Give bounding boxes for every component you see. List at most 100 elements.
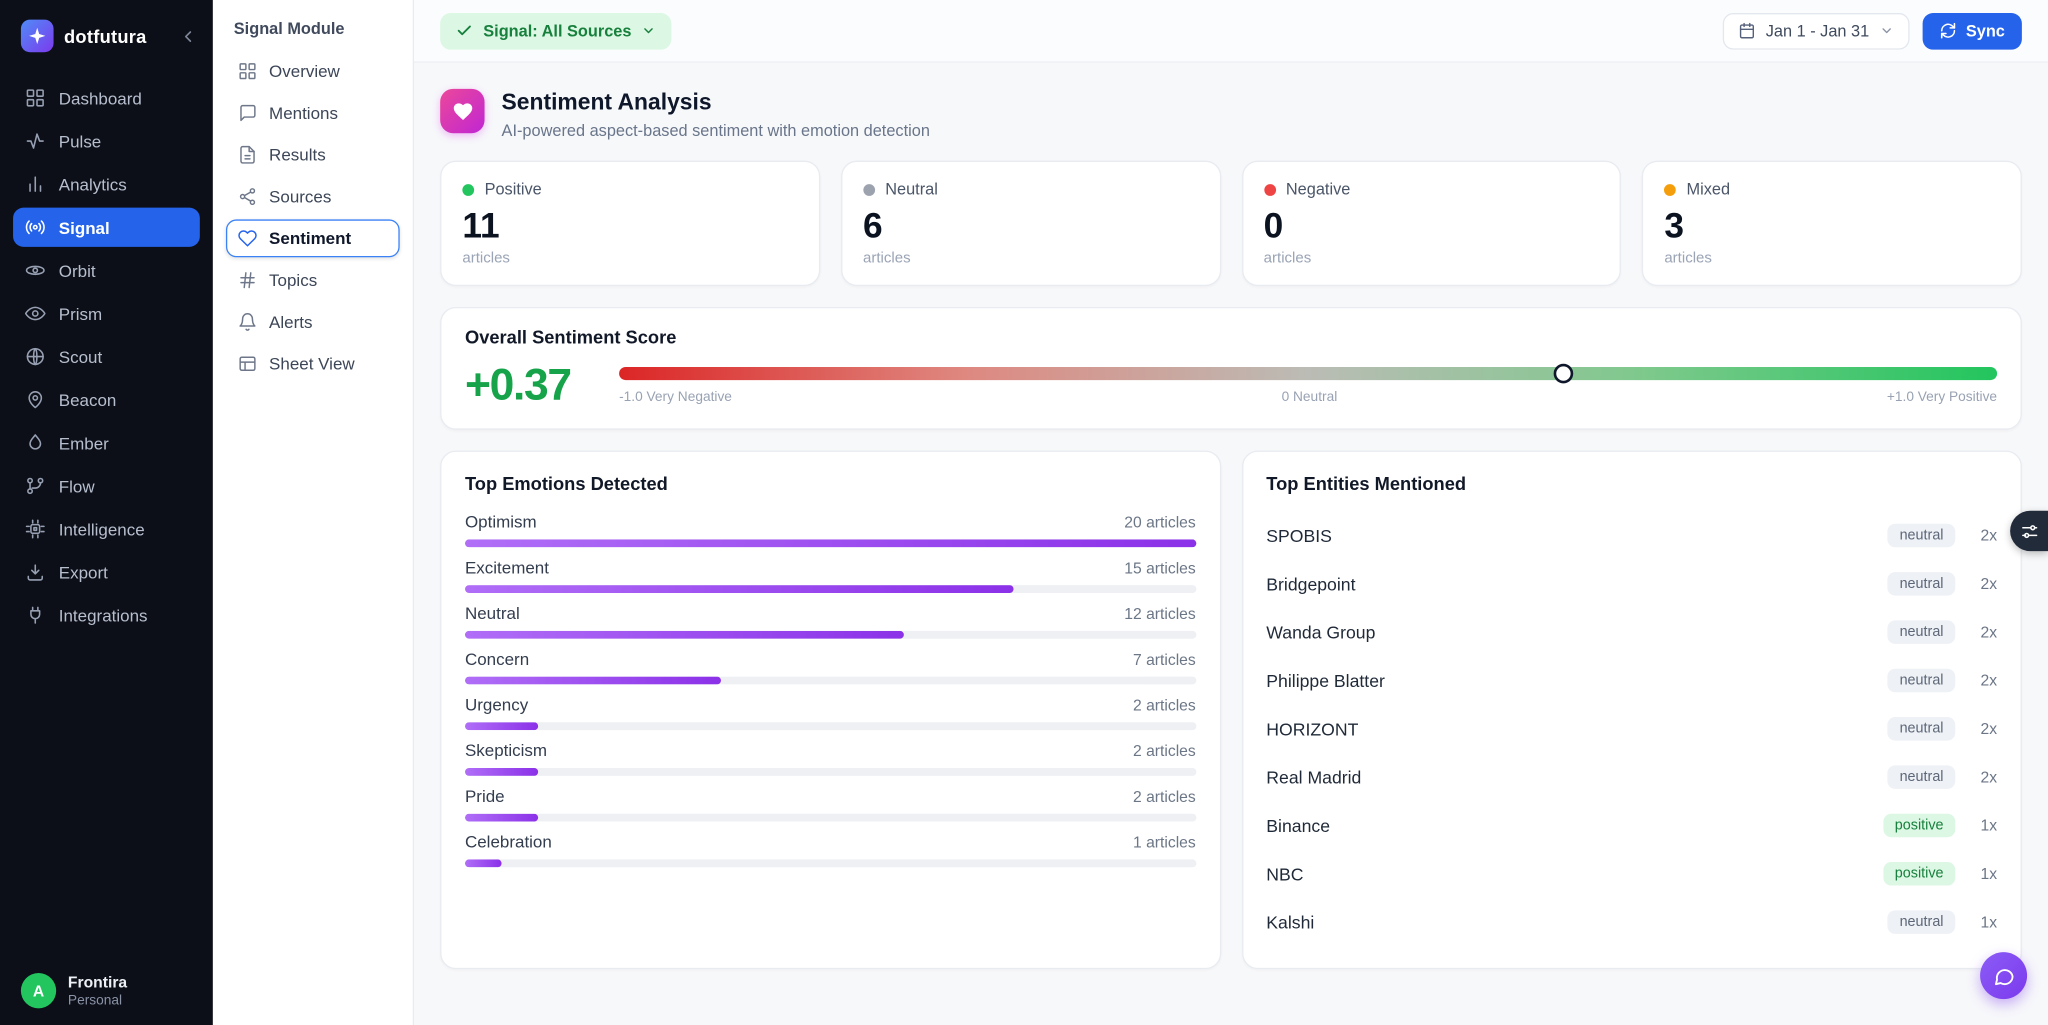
sidebar-item-pulse[interactable]: Pulse [13, 121, 200, 160]
entity-row-real-madrid[interactable]: Real Madrid neutral 2x [1266, 753, 1997, 801]
emotion-count: 20 articles [1124, 513, 1195, 531]
sync-button[interactable]: Sync [1923, 12, 2022, 49]
sentiment-badge: neutral [1888, 766, 1955, 790]
emotion-bar-track [465, 539, 1196, 547]
sidebar-item-flow[interactable]: Flow [13, 466, 200, 505]
module-item-label: Topics [269, 270, 317, 290]
user-plan: Personal [68, 993, 127, 1009]
sidebar-item-signal[interactable]: Signal [13, 208, 200, 247]
bell-icon [238, 312, 258, 332]
topbar: Signal: All Sources Jan 1 - Jan 31 [414, 0, 2048, 63]
signal-icon [25, 217, 46, 238]
source-filter-label: Signal: All Sources [483, 22, 631, 40]
module-item-label: Sheet View [269, 354, 355, 374]
module-item-sheet-view[interactable]: Sheet View [226, 345, 400, 383]
entities-panel: Top Entities Mentioned SPOBIS neutral 2x… [1241, 450, 2021, 969]
stat-card-positive: Positive 11 articles [440, 161, 820, 286]
entity-row-bridgepoint[interactable]: Bridgepoint neutral 2x [1266, 560, 1997, 608]
sidebar-item-orbit[interactable]: Orbit [13, 251, 200, 290]
sidebar-item-analytics[interactable]: Analytics [13, 165, 200, 204]
sidebar-collapse-button[interactable] [179, 27, 197, 45]
sidebar-item-dashboard[interactable]: Dashboard [13, 78, 200, 117]
module-item-label: Sentiment [269, 229, 351, 249]
entity-row-horizont[interactable]: HORIZONT neutral 2x [1266, 705, 1997, 753]
lower-panels: Top Emotions Detected Optimism 20 articl… [440, 450, 2022, 969]
entity-count: 1x [1966, 817, 1997, 835]
heart-outline-icon [238, 229, 258, 249]
entity-row-wanda-group[interactable]: Wanda Group neutral 2x [1266, 608, 1997, 656]
module-item-sources[interactable]: Sources [226, 178, 400, 216]
emotion-bar-fill [465, 539, 1196, 547]
sidebar-item-label: Prism [59, 304, 102, 324]
sidebar-item-label: Analytics [59, 174, 127, 194]
orbit-icon [25, 260, 46, 281]
sidebar-item-ember[interactable]: Ember [13, 423, 200, 462]
module-item-sentiment[interactable]: Sentiment [226, 219, 400, 257]
entity-count: 2x [1966, 672, 1997, 690]
entity-row-binance[interactable]: Binance positive 1x [1266, 802, 1997, 850]
page-subtitle: AI-powered aspect-based sentiment with e… [502, 121, 930, 139]
stat-label: Negative [1286, 180, 1350, 198]
module-item-topics[interactable]: Topics [226, 261, 400, 299]
sentiment-score-marker[interactable] [1553, 363, 1573, 383]
emotion-label: Celebration [465, 832, 552, 852]
brand-row: dotfutura [0, 0, 213, 68]
stat-unit: articles [1664, 250, 1999, 266]
stat-card-top: Neutral [863, 180, 1198, 198]
grid-icon [25, 88, 46, 109]
sidebar-item-scout[interactable]: Scout [13, 337, 200, 376]
table-icon [238, 354, 258, 374]
download-icon [25, 562, 46, 583]
sidebar-item-label: Pulse [59, 131, 101, 151]
flame-icon [25, 432, 46, 453]
emotion-row-top: Optimism 20 articles [465, 512, 1196, 532]
emotions-list: Optimism 20 articles Excitement 15 artic… [465, 512, 1196, 867]
emotion-bar-track [465, 585, 1196, 593]
stat-card-negative: Negative 0 articles [1241, 161, 1621, 286]
chat-fab-button[interactable] [1980, 952, 2027, 999]
scale-mid-label: 0 Neutral [1282, 389, 1338, 405]
emotion-label: Pride [465, 786, 505, 806]
app-window: dotfutura Dashboard Pulse Analytics Signal O… [0, 0, 2048, 1025]
stat-card-top: Mixed [1664, 180, 1999, 198]
module-item-alerts[interactable]: Alerts [226, 303, 400, 341]
module-item-mentions[interactable]: Mentions [226, 94, 400, 132]
settings-flyout-tab[interactable] [2010, 511, 2048, 551]
module-item-label: Sources [269, 187, 331, 207]
calendar-icon [1738, 22, 1755, 39]
entity-row-spobis[interactable]: SPOBIS neutral 2x [1266, 512, 1997, 560]
module-item-overview[interactable]: Overview [226, 52, 400, 90]
module-item-results[interactable]: Results [226, 136, 400, 174]
cpu-icon [25, 519, 46, 540]
stat-value: 11 [462, 208, 797, 247]
sentiment-score-value: +0.37 [465, 360, 596, 411]
sidebar-item-beacon[interactable]: Beacon [13, 380, 200, 419]
sidebar-item-integrations[interactable]: Integrations [13, 596, 200, 635]
entity-name: HORIZONT [1266, 719, 1888, 739]
stat-cards: Positive 11 articles Neutral 6 articles … [440, 161, 2022, 286]
sidebar-item-intelligence[interactable]: Intelligence [13, 509, 200, 548]
emotion-row-skepticism: Skepticism 2 articles [465, 740, 1196, 775]
date-range-button[interactable]: Jan 1 - Jan 31 [1723, 12, 1910, 49]
sidebar-item-export[interactable]: Export [13, 552, 200, 591]
page-content: Sentiment Analysis AI-powered aspect-bas… [414, 63, 2048, 1025]
stat-card-top: Negative [1264, 180, 1599, 198]
sidebar-item-label: Intelligence [59, 519, 145, 539]
stat-unit: articles [863, 250, 1198, 266]
chevron-down-icon [1880, 24, 1894, 38]
sidebar-item-label: Beacon [59, 390, 117, 410]
sidebar-item-prism[interactable]: Prism [13, 294, 200, 333]
entity-row-philippe-blatter[interactable]: Philippe Blatter neutral 2x [1266, 657, 1997, 705]
source-filter-pill[interactable]: Signal: All Sources [440, 12, 672, 49]
module-item-label: Overview [269, 61, 340, 81]
status-dot-icon [1264, 184, 1276, 196]
module-nav: Overview Mentions Results Sources Sentiment T… [226, 52, 400, 382]
overall-title: Overall Sentiment Score [465, 326, 1997, 347]
user-profile[interactable]: A Frontira Personal [0, 956, 213, 1025]
entity-row-kalshi[interactable]: Kalshi neutral 1x [1266, 898, 1997, 946]
status-dot-icon [462, 184, 474, 196]
sidebar-item-label: Ember [59, 433, 109, 453]
emotion-count: 15 articles [1124, 559, 1195, 577]
entity-row-nbc[interactable]: NBC positive 1x [1266, 850, 1997, 898]
sidebar-item-label: Integrations [59, 605, 148, 625]
